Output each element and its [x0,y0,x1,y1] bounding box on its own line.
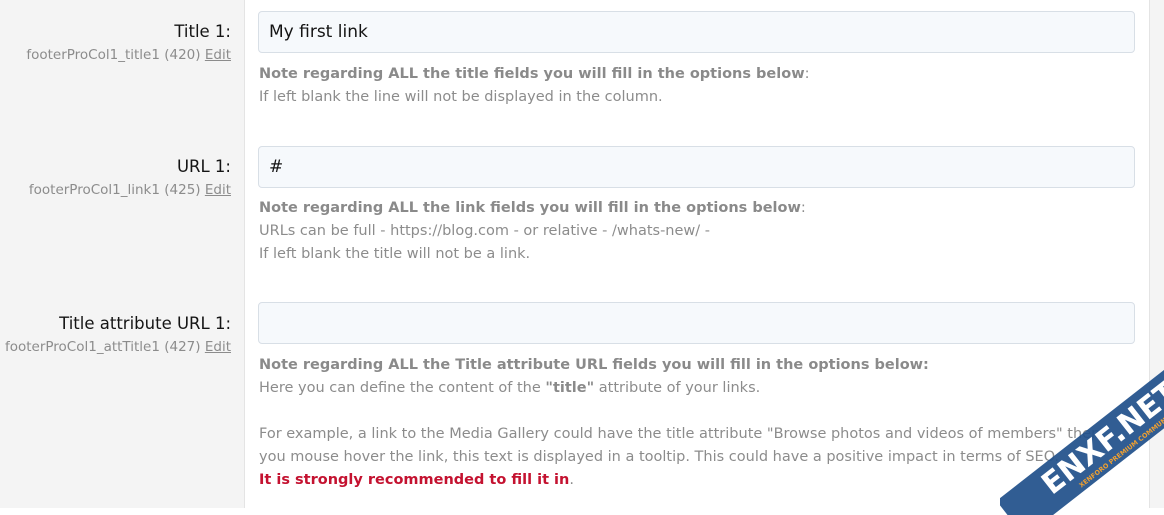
note-heading: Note regarding ALL the title fields you … [259,66,805,82]
title-attribute-note: Note regarding ALL the Title attribute U… [259,354,1139,492]
note-line: Here you can define the content of the "… [259,377,1139,400]
note-heading-suffix: : [800,200,806,216]
note-text: attribute of your links. [594,380,761,396]
option-id-hint: footerProCol1_attTitle1 (427) Edit [5,337,231,357]
option-id-hint: footerProCol1_title1 (420) Edit [26,45,231,65]
option-id: footerProCol1_link1 (425) [28,182,201,198]
option-id: footerProCol1_title1 (420) [26,47,201,63]
note-text: Here you can define the content of the [259,380,546,396]
option-label: Title attribute URL 1: [59,314,231,333]
warning-suffix: . [569,472,574,488]
note-line: If left blank the title will not be a li… [259,246,531,262]
edit-option-link[interactable]: Edit [205,182,231,198]
note-heading: Note regarding ALL the Title attribute U… [259,357,929,373]
option-label: URL 1: [176,157,231,176]
note-line: For example, a link to the Media Gallery… [259,426,1101,442]
note-spacer [259,400,1139,423]
option-label: Title 1: [174,22,231,41]
note-heading: Note regarding ALL the link fields you w… [259,200,801,216]
title1-input[interactable]: My first link [258,11,1135,53]
link-fields-note: Note regarding ALL the link fields you w… [259,197,1139,266]
edit-option-link[interactable]: Edit [205,47,231,63]
option-label-block: Title attribute URL 1: footerProCol1_att… [5,312,231,357]
right-edge [1149,0,1164,508]
note-line: If left blank the line will not be displ… [259,89,663,105]
note-line: you mouse hover the link, this text is d… [259,449,1060,465]
option-label-block: URL 1: footerProCol1_link1 (425) Edit [29,155,231,200]
option-id-hint: footerProCol1_link1 (425) Edit [29,180,231,200]
title-fields-note: Note regarding ALL the title fields you … [259,63,1139,109]
note-line: URLs can be full - https://blog.com - or… [259,223,711,239]
url1-input[interactable]: # [258,146,1135,188]
note-bold-text: "title" [545,380,595,396]
label-column [0,0,245,508]
title-attribute-input[interactable] [258,302,1135,344]
note-heading-suffix: : [804,66,810,82]
note-warning-line: It is strongly recommended to fill it in… [259,469,1139,492]
option-id: footerProCol1_attTitle1 (427) [4,339,201,355]
option-label-block: Title 1: footerProCol1_title1 (420) Edit [26,20,231,65]
edit-option-link[interactable]: Edit [205,339,231,355]
warning-text: It is strongly recommended to fill it in [259,472,570,488]
